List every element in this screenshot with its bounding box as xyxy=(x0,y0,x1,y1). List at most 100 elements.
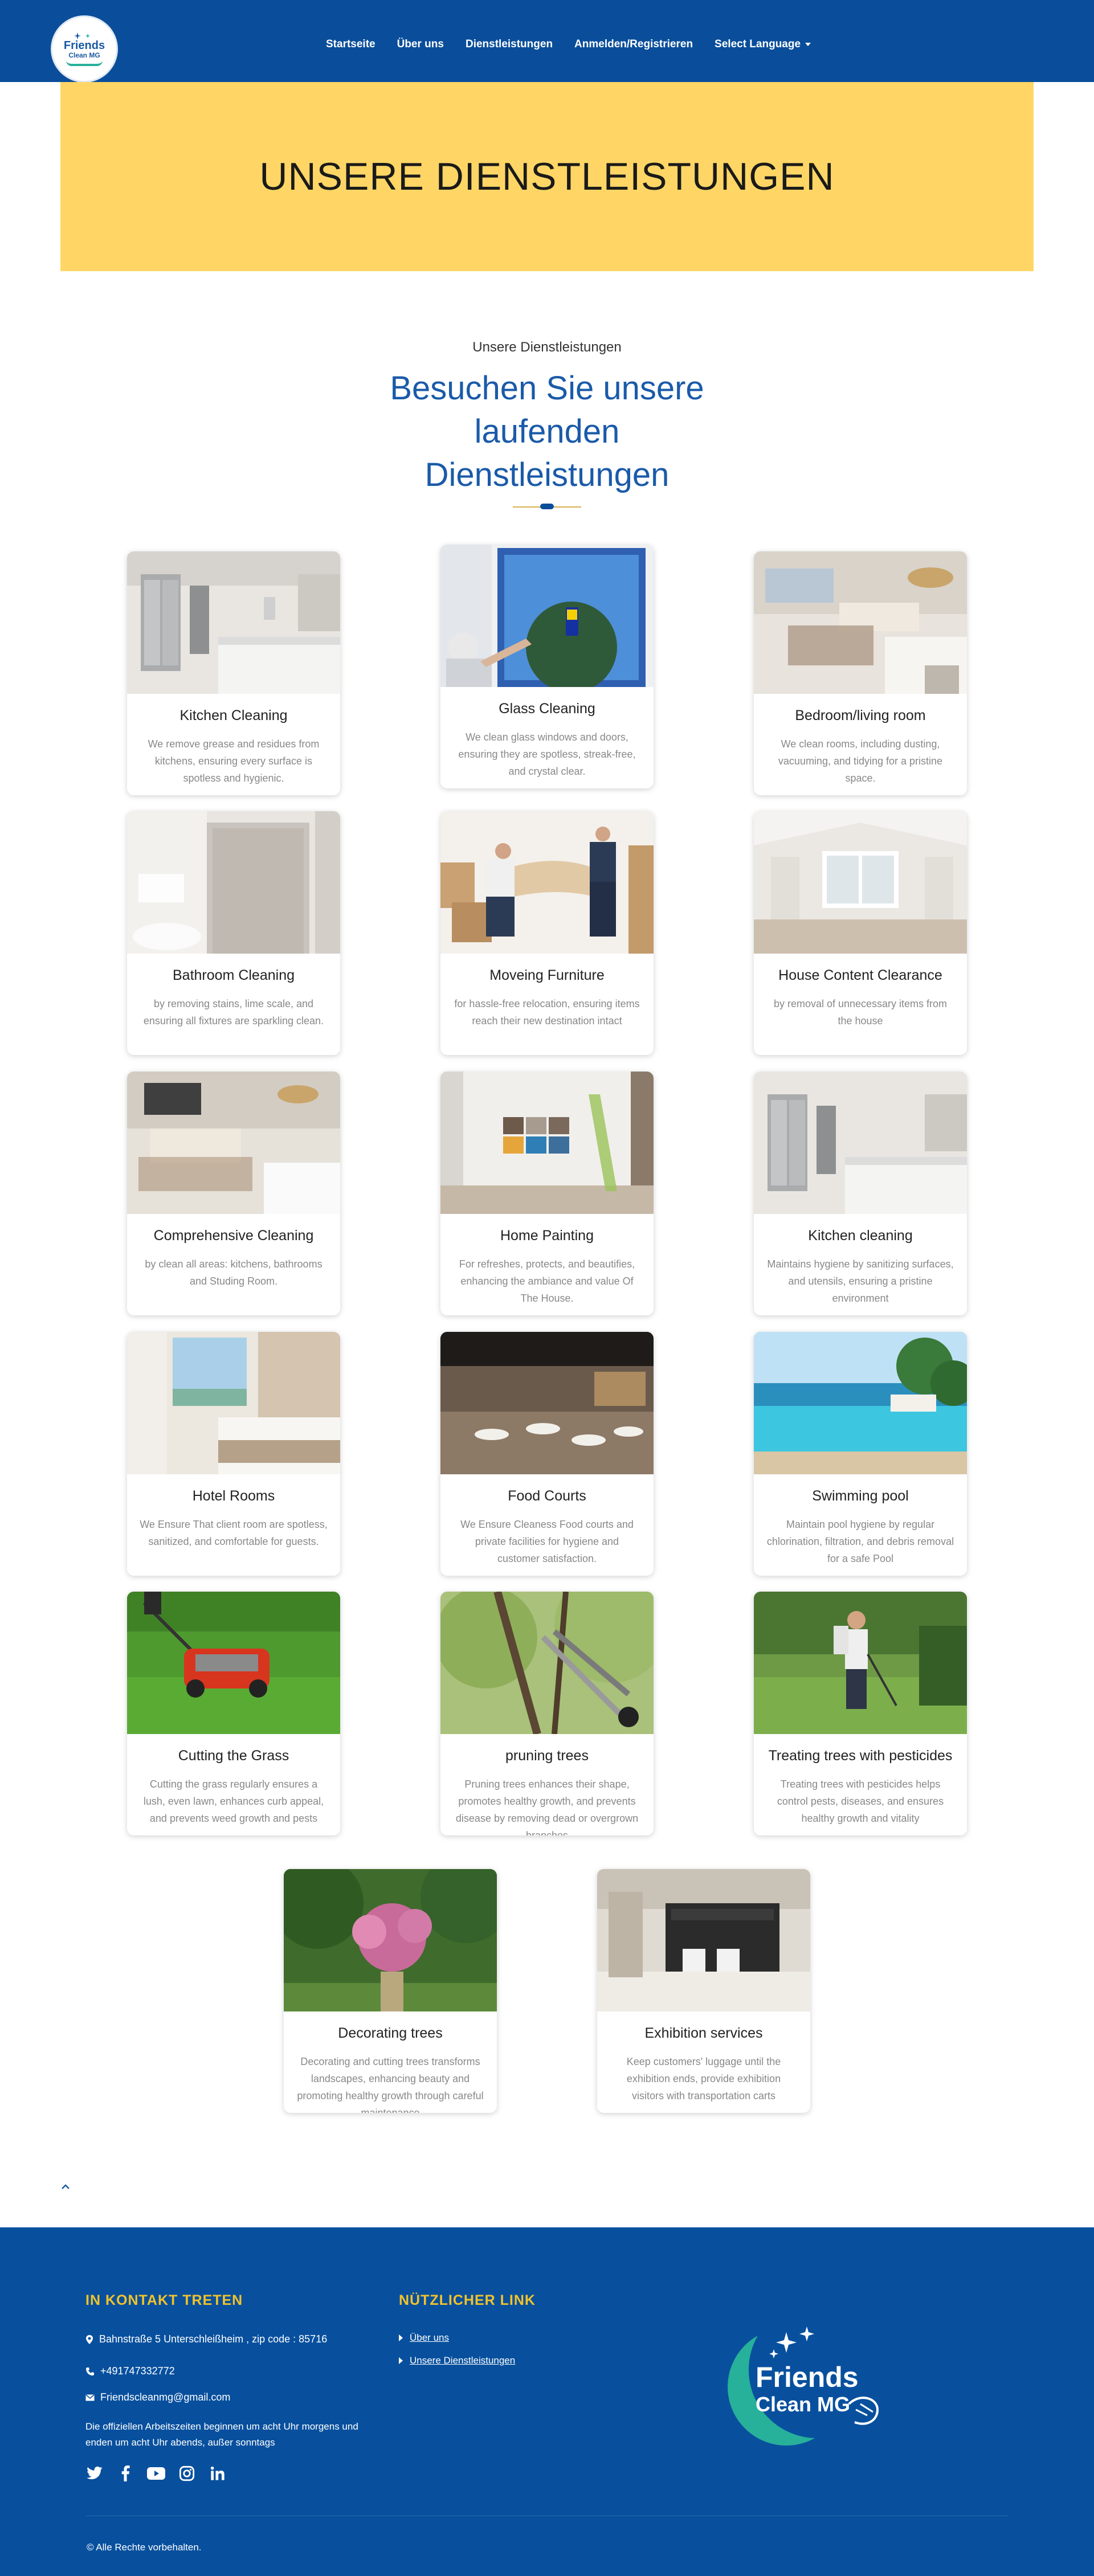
glass-cleaning-photo xyxy=(440,545,654,687)
service-title: Comprehensive Cleaning xyxy=(153,1228,314,1244)
scroll-to-top-button[interactable] xyxy=(59,2181,72,2193)
service-description: We remove grease and residues from kitch… xyxy=(148,738,320,784)
service-description: Maintains hygiene by sanitizing surfaces… xyxy=(767,1258,954,1304)
service-card-kitchen-cleaning-2[interactable]: Kitchen cleaning Maintains hygiene by sa… xyxy=(754,1072,967,1315)
moving-furniture-photo xyxy=(440,811,654,954)
contact-heading: IN KONTAKT TRETEN xyxy=(85,2292,243,2308)
painting-photo xyxy=(440,1072,654,1214)
service-title: Moveing Furniture xyxy=(489,967,605,983)
nav-dienstleistungen[interactable]: Dienstleistungen xyxy=(466,38,553,51)
living-room-photo xyxy=(127,1072,340,1214)
service-title: Food Courts xyxy=(508,1488,586,1504)
working-hours: Die offiziellen Arbeitszeiten beginnen u… xyxy=(85,2421,358,2448)
service-card-treating-trees[interactable]: Treating trees with pesticides Treating … xyxy=(754,1592,967,1835)
service-card-decorating-trees[interactable]: Decorating trees Decorating and cutting … xyxy=(284,1869,497,2113)
phone-icon xyxy=(86,2367,94,2375)
phone-text: +491747332772 xyxy=(100,2365,175,2377)
select-language-label: Select Language xyxy=(715,38,801,50)
footer-logo: Friends Clean MG xyxy=(724,2324,912,2455)
caret-right-icon xyxy=(399,2334,403,2341)
service-card-home-painting[interactable]: Home Painting For refreshes, protects, a… xyxy=(440,1072,654,1315)
footer-link-ueber-uns[interactable]: Über uns xyxy=(399,2332,449,2344)
navbar: Friends Clean MG Startseite Über uns Die… xyxy=(0,0,1094,82)
service-description: For refreshes, protects, and beautifies,… xyxy=(459,1258,635,1304)
service-title: Home Painting xyxy=(500,1228,594,1244)
twitter-icon[interactable] xyxy=(85,2464,104,2483)
site-logo[interactable]: Friends Clean MG xyxy=(52,17,116,81)
service-description: Maintain pool hygiene by regular chlorin… xyxy=(766,1519,954,1564)
service-description: Treating trees with pesticides helps con… xyxy=(777,1778,944,1824)
service-title: Decorating trees xyxy=(338,2025,443,2041)
hero-banner: UNSERE DIENSTLEISTUNGEN xyxy=(60,82,1034,271)
service-description: by clean all areas: kitchens, bathrooms … xyxy=(145,1258,323,1287)
service-description: We Ensure Cleaness Food courts and priva… xyxy=(460,1519,634,1564)
service-title: Exhibition services xyxy=(644,2025,763,2041)
main-nav: Startseite Über uns Dienstleistungen Anm… xyxy=(326,38,811,51)
service-title: pruning trees xyxy=(505,1748,589,1764)
facebook-icon[interactable] xyxy=(116,2464,134,2483)
service-description: Keep customers' luggage until the exhibi… xyxy=(626,2056,781,2101)
footer-link-dienstleistungen[interactable]: Unsere Dienstleistungen xyxy=(399,2355,515,2366)
service-card-hotel-rooms[interactable]: Hotel Rooms We Ensure That client room a… xyxy=(127,1332,340,1576)
service-description: We clean rooms, including dusting, vacuu… xyxy=(778,738,943,784)
service-description: Cutting the grass regularly ensures a lu… xyxy=(143,1778,324,1824)
section-title: Besuchen Sie unsere laufenden Dienstleis… xyxy=(390,370,704,493)
service-description: Pruning trees enhances their shape, prom… xyxy=(455,1778,639,1835)
section-divider xyxy=(513,504,581,509)
service-title: Hotel Rooms xyxy=(192,1488,275,1504)
nav-startseite[interactable]: Startseite xyxy=(326,38,375,51)
service-title: House Content Clearance xyxy=(778,967,942,983)
service-card-food-courts[interactable]: Food Courts We Ensure Cleaness Food cour… xyxy=(440,1332,654,1576)
sparkle-icon xyxy=(74,32,90,39)
caret-down-icon xyxy=(805,42,811,46)
email-text: Friendscleanmg@gmail.com xyxy=(100,2391,231,2403)
map-marker-icon xyxy=(86,2334,93,2344)
address-line: Bahnstraße 5 Unterschleißheim , zip code… xyxy=(85,2333,327,2345)
nav-ueber-uns[interactable]: Über uns xyxy=(397,38,444,51)
nav-anmelden-registrieren[interactable]: Anmelden/Registrieren xyxy=(574,38,693,51)
service-title: Bedroom/living room xyxy=(795,708,926,723)
service-card-swimming-pool[interactable]: Swimming pool Maintain pool hygiene by r… xyxy=(754,1332,967,1576)
service-description: by removal of unnecessary items from the… xyxy=(773,998,948,1027)
swimming-pool-photo xyxy=(754,1332,967,1474)
footer-logo-sub: Clean MG xyxy=(756,2393,851,2416)
service-title: Cutting the Grass xyxy=(178,1748,289,1764)
social-links xyxy=(85,2464,227,2483)
service-description: Decorating and cutting trees transforms … xyxy=(297,2056,484,2113)
instagram-icon[interactable] xyxy=(178,2464,196,2483)
footer-link-label: Unsere Dienstleistungen xyxy=(410,2355,516,2366)
service-title: Bathroom Cleaning xyxy=(172,967,295,983)
service-card-house-content-clearance[interactable]: House Content Clearance by removal of un… xyxy=(754,811,967,1055)
logo-name: Friends xyxy=(63,39,105,52)
youtube-icon[interactable] xyxy=(147,2464,165,2483)
service-card-comprehensive-cleaning[interactable]: Comprehensive Cleaning by clean all area… xyxy=(127,1072,340,1315)
hero-title: UNSERE DIENSTLEISTUNGEN xyxy=(259,155,835,198)
useful-links-heading: NÜTZLICHER LINK xyxy=(399,2292,536,2308)
service-card-bathroom-cleaning[interactable]: Bathroom Cleaning by removing stains, li… xyxy=(127,811,340,1055)
footer-logo-name: Friends xyxy=(756,2361,859,2393)
service-description: by removing stains, lime scale, and ensu… xyxy=(143,998,324,1027)
service-card-moving-furniture[interactable]: Moveing Furniture for hassle-free reloca… xyxy=(440,811,654,1055)
service-card-exhibition-services[interactable]: Exhibition services Keep customers' lugg… xyxy=(597,1869,810,2113)
service-card-kitchen-cleaning[interactable]: Kitchen Cleaning We remove grease and re… xyxy=(127,551,340,795)
service-card-bedroom-living-room[interactable]: Bedroom/living room We clean rooms, incl… xyxy=(754,551,967,795)
empty-room-photo xyxy=(754,811,967,954)
pruning-photo xyxy=(440,1592,654,1734)
email-line[interactable]: Friendscleanmg@gmail.com xyxy=(85,2391,230,2403)
nav-select-language[interactable]: Select Language xyxy=(715,38,811,51)
linkedin-icon[interactable] xyxy=(209,2464,227,2483)
service-description: We Ensure That client room are spotless,… xyxy=(140,1519,328,1547)
caret-right-icon xyxy=(399,2357,403,2364)
service-card-glass-cleaning[interactable]: Glass Cleaning We clean glass windows an… xyxy=(440,545,654,788)
service-title: Kitchen cleaning xyxy=(808,1228,913,1244)
service-title: Swimming pool xyxy=(812,1488,909,1504)
section-subtitle: Unsere Dienstleistungen xyxy=(472,340,622,355)
service-description: We clean glass windows and doors, ensuri… xyxy=(458,731,636,777)
hotel-room-photo xyxy=(127,1332,340,1474)
phone-line[interactable]: +491747332772 xyxy=(85,2365,175,2377)
service-card-pruning-trees[interactable]: pruning trees Pruning trees enhances the… xyxy=(440,1592,654,1835)
service-card-cutting-the-grass[interactable]: Cutting the Grass Cutting the grass regu… xyxy=(127,1592,340,1835)
service-description: for hassle-free relocation, ensuring ite… xyxy=(454,998,640,1027)
service-title: Kitchen Cleaning xyxy=(179,708,288,723)
bathroom-photo xyxy=(127,811,340,954)
